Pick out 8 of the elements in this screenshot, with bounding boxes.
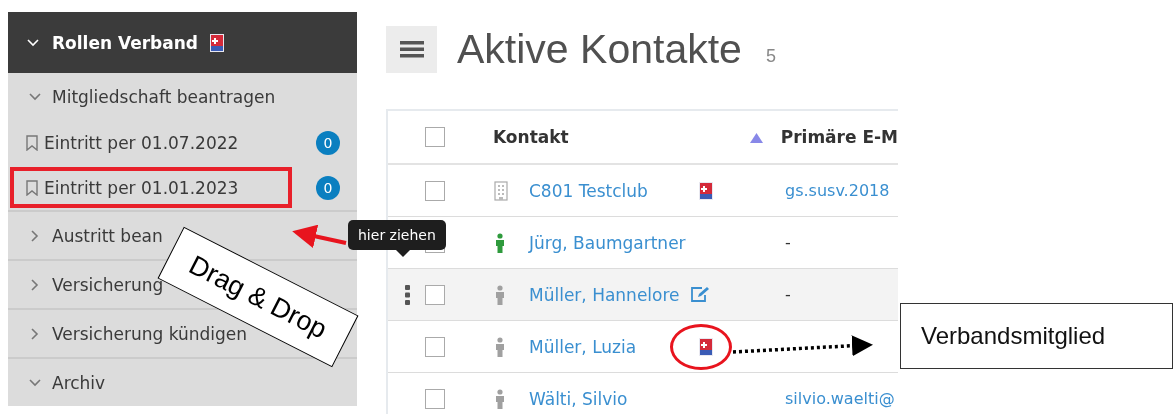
callout-label: Verbandsmitglied: [900, 303, 1173, 369]
contact-count: 5: [765, 45, 776, 67]
count-badge: 0: [316, 131, 340, 155]
section-title: Rollen Verband: [52, 32, 199, 53]
page-title: Aktive Kontakte: [457, 25, 742, 73]
empty-value: -: [785, 233, 791, 252]
empty-value: -: [785, 285, 791, 304]
count-badge: 0: [316, 176, 340, 200]
